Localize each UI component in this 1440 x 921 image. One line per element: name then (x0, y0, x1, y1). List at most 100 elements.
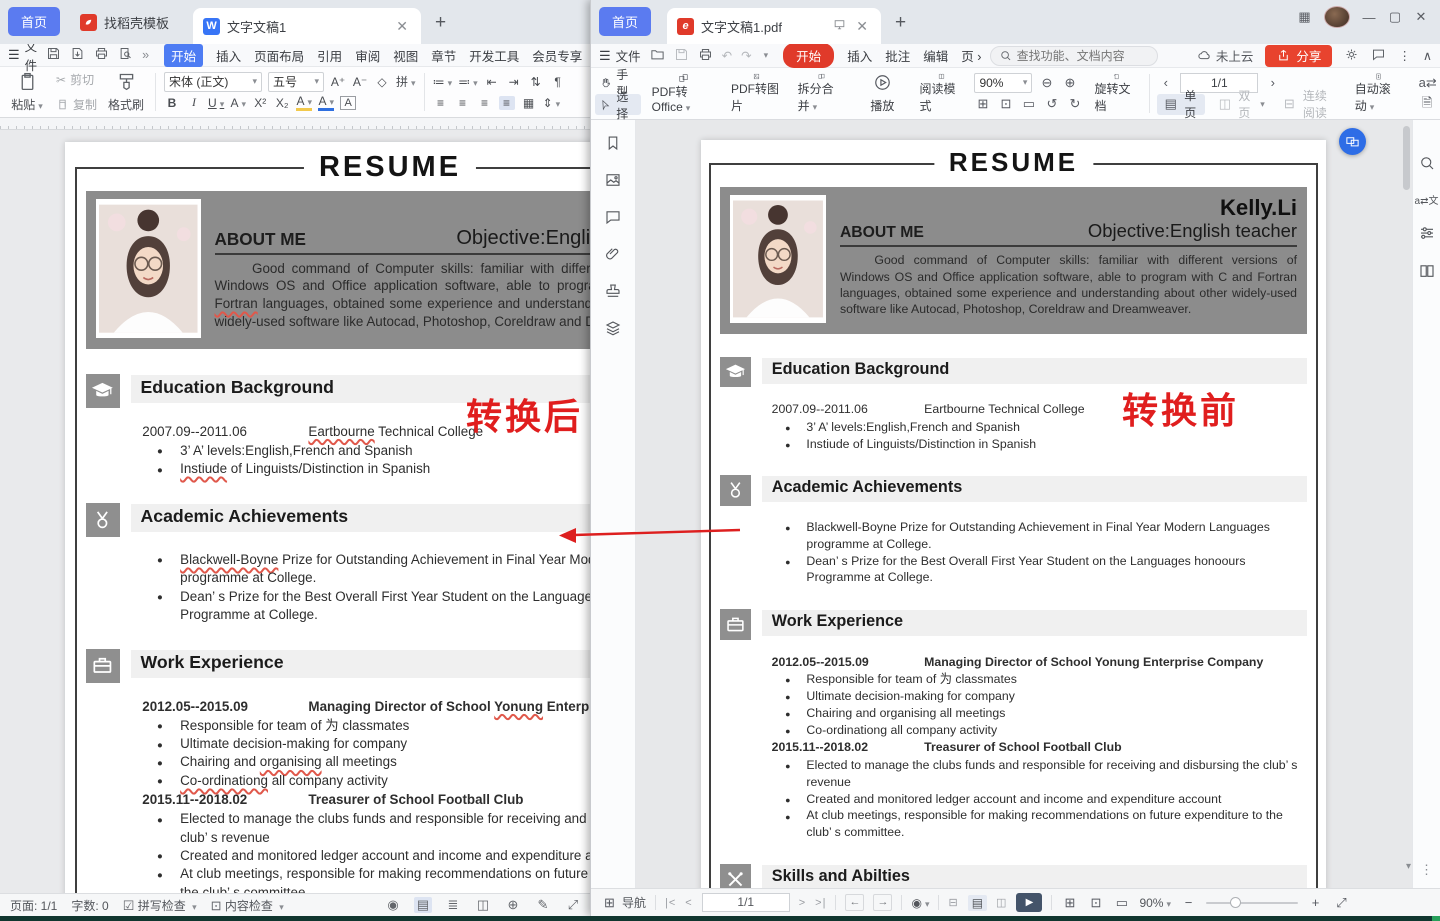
read-view-icon[interactable]: ◫ (474, 897, 492, 913)
presentation-play-button[interactable]: ▶ (1016, 893, 1042, 912)
align-right-button[interactable]: ≡ (477, 96, 493, 110)
scroll-down-icon[interactable]: ▾ (1406, 861, 1411, 872)
rotate-left-icon[interactable]: ↺ (1043, 96, 1060, 112)
clear-format-icon[interactable]: ◇ (374, 75, 390, 89)
zoom-in-icon[interactable]: + (1307, 895, 1324, 910)
ribbon-tab-审阅[interactable]: 审阅 (355, 46, 380, 65)
ribbon-tab-插入[interactable]: 插入 (216, 46, 241, 65)
ribbon-tab-编辑[interactable]: 编辑 (923, 46, 948, 65)
ribbon-tab-页面布局[interactable]: 页面布局 (254, 46, 304, 65)
ribbon-tab-开始[interactable]: 开始 (164, 44, 203, 67)
select-tool[interactable]: 选择 (595, 94, 641, 115)
writer-document-area[interactable]: RESUMEKelly.LiABOUT MEObjective:English … (0, 130, 592, 893)
distribute-button[interactable]: ▦ (521, 96, 537, 110)
image-to-text-assistant-button[interactable] (1339, 128, 1366, 155)
line-spacing-button[interactable]: ⇕▾ (543, 96, 561, 110)
character-border-button[interactable]: A (340, 96, 356, 110)
first-page-icon[interactable]: |< (665, 897, 676, 909)
settings-gear-icon[interactable] (1344, 47, 1359, 65)
share-button[interactable]: 分享 (1265, 45, 1332, 67)
rotate-document-button[interactable]: 旋转文档 (1090, 71, 1142, 116)
panel-more-icon[interactable]: ⋮ (1420, 862, 1433, 878)
actual-size-icon[interactable]: ⊞ (1061, 895, 1078, 911)
user-avatar[interactable] (1324, 6, 1350, 28)
close-tab-icon[interactable]: ✕ (393, 18, 411, 35)
double-page-icon[interactable]: ◫ (996, 896, 1007, 909)
actual-size-icon[interactable]: ⊞ (974, 96, 991, 112)
italic-button[interactable]: I (186, 95, 202, 110)
ribbon-tab-视图[interactable]: 视图 (393, 46, 418, 65)
search-input[interactable] (1017, 49, 1150, 63)
comment-icon[interactable] (604, 208, 622, 229)
numbered-list-button[interactable]: ≕▾ (458, 75, 478, 89)
fit-width-icon[interactable]: ▭ (1020, 96, 1037, 112)
paste-button[interactable]: 粘贴▾ (6, 70, 48, 114)
read-mode-button[interactable]: 阅读模式 (915, 71, 967, 116)
signature-stamp-icon[interactable] (604, 282, 622, 303)
pdf-to-image-button[interactable]: PDF转图片 (727, 71, 787, 116)
home-tab[interactable]: 首页 (8, 7, 60, 36)
previous-page-icon[interactable]: ‹ (1157, 75, 1174, 90)
new-tab-button[interactable]: + (895, 12, 906, 34)
align-left-button[interactable]: ≡ (433, 96, 449, 110)
outline-view-icon[interactable]: ≣ (444, 897, 462, 913)
decrease-indent-button[interactable]: ⇤ (484, 75, 500, 89)
cast-screen-icon[interactable] (833, 18, 846, 34)
spell-check-button[interactable]: ☑ 拼写检查 ▾ (123, 897, 197, 914)
fullscreen-icon[interactable]: ⤢ (1333, 895, 1350, 911)
fullscreen-icon[interactable]: ⤢ (564, 897, 582, 913)
next-page-icon[interactable]: › (1264, 75, 1281, 90)
close-tab-icon[interactable]: ✕ (853, 18, 871, 35)
page-number-box[interactable]: 1/1 (702, 893, 790, 912)
vertical-scrollbar[interactable]: ▾ (1402, 122, 1411, 874)
reader-helper-icon[interactable] (1418, 262, 1436, 283)
double-page-button[interactable]: ◫双页▾ (1211, 94, 1269, 115)
strikethrough-button[interactable]: A▾ (230, 96, 246, 110)
superscript-button[interactable]: X² (252, 96, 268, 110)
page-view-icon[interactable]: ▤ (414, 897, 432, 913)
minimize-button[interactable]: — (1356, 10, 1382, 25)
scrollbar-thumb[interactable] (1403, 126, 1410, 190)
web-view-icon[interactable]: ⊕ (504, 897, 522, 913)
snapshot-image-icon[interactable] (604, 171, 622, 192)
last-page-icon[interactable]: >| (815, 897, 826, 909)
more-tools-icon[interactable]: » (142, 48, 149, 62)
ribbon-tab-页[interactable]: 页 › (961, 46, 981, 65)
ribbon-tab-章节[interactable]: 章节 (431, 46, 456, 65)
zoom-out-icon[interactable]: ⊖ (1038, 75, 1055, 91)
save-icon[interactable] (674, 47, 689, 65)
docer-template-tab[interactable]: 找稻壳模板 (70, 4, 179, 40)
font-size-select[interactable]: 五号▾ (268, 72, 324, 92)
fit-page-icon[interactable]: ⊡ (1087, 895, 1104, 911)
back-view-icon[interactable]: ← (845, 894, 864, 911)
play-button[interactable]: 播放 (856, 71, 908, 116)
horizontal-ruler[interactable] (0, 118, 592, 130)
open-file-icon[interactable] (650, 47, 665, 65)
rotate-right-icon[interactable]: ↻ (1066, 96, 1083, 112)
attachment-icon[interactable] (604, 245, 622, 266)
forward-view-icon[interactable]: → (873, 894, 892, 911)
ribbon-tab-开始[interactable]: 开始 (783, 43, 834, 68)
pdf-page[interactable]: RESUMEKelly.LiABOUT MEObjective:English … (701, 140, 1326, 888)
paragraph-mark-button[interactable]: ¶ (550, 75, 566, 89)
document-tab[interactable]: W 文字文稿1 ✕ (193, 8, 421, 44)
zoom-out-icon[interactable]: − (1180, 895, 1197, 910)
maximize-button[interactable]: ▢ (1382, 9, 1408, 25)
sort-button[interactable]: ⇅ (528, 75, 544, 89)
font-name-select[interactable]: 宋体 (正文)▾ (164, 72, 262, 92)
single-page-button[interactable]: ▤单页 (1157, 94, 1205, 115)
cloud-status[interactable]: 未上云 (1197, 46, 1254, 65)
bookmark-icon[interactable] (604, 134, 622, 155)
edit-pen-icon[interactable]: ✎ (534, 897, 552, 913)
eye-protect-icon[interactable]: ◉ (384, 897, 402, 913)
more-menu-icon[interactable]: ⋮ (1398, 48, 1411, 63)
single-page-icon[interactable]: ▤ (968, 895, 987, 911)
split-merge-button[interactable]: 拆分合并▾ (794, 71, 850, 116)
zoom-select[interactable]: 90%▾ (974, 73, 1032, 93)
print-icon[interactable] (94, 46, 109, 64)
zoom-level[interactable]: 90%▾ (1139, 896, 1171, 910)
justify-button[interactable]: ≡ (499, 96, 515, 110)
quickbar-dropdown-icon[interactable]: ▾ (764, 50, 769, 61)
print-icon[interactable] (698, 47, 713, 65)
new-tab-button[interactable]: + (435, 12, 446, 34)
